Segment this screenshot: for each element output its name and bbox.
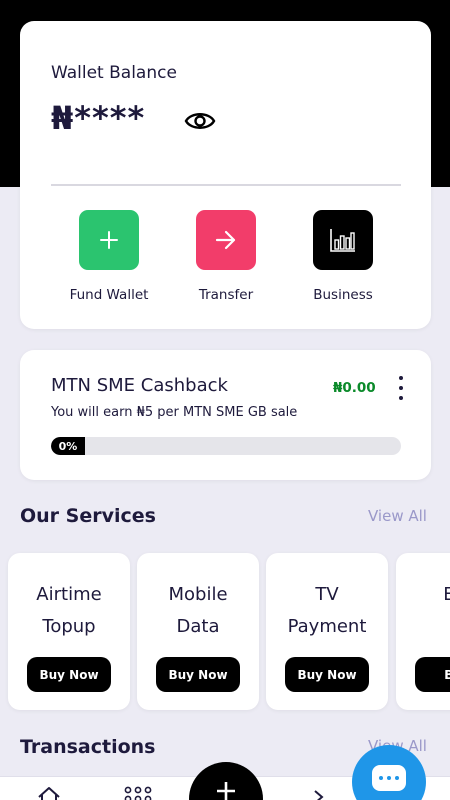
service-name: EleB [443, 584, 450, 605]
home-icon[interactable] [36, 786, 62, 800]
cashback-progress-bar: 0% [51, 437, 401, 455]
transfer-label: Transfer [198, 287, 254, 303]
progress-label: 0% [51, 437, 85, 455]
buy-now-button[interactable]: Buy [415, 657, 450, 692]
service-card-electricity[interactable]: EleB Buy [396, 553, 450, 710]
wallet-card: Wallet Balance ₦**** Fund Wallet Transfe… [20, 21, 431, 329]
business-label: Business [313, 287, 373, 303]
services-view-all-link[interactable]: View All [368, 507, 427, 525]
service-name: TV Payment [287, 584, 367, 637]
service-card-tv[interactable]: TV Payment Buy Now [266, 553, 388, 710]
business-button[interactable]: Business [283, 210, 403, 303]
service-card-airtime[interactable]: Airtime Topup Buy Now [8, 553, 130, 710]
service-card-data[interactable]: Mobile Data Buy Now [137, 553, 259, 710]
cashback-amount: ₦0.00 [333, 380, 376, 396]
buy-now-button[interactable]: Buy Now [156, 657, 240, 692]
arrow-right-icon [196, 210, 256, 270]
services-title: Our Services [20, 505, 156, 527]
cashback-subtitle: You will earn ₦5 per MTN SME GB sale [51, 405, 298, 420]
divider [51, 184, 401, 186]
plus-icon [79, 210, 139, 270]
wallet-balance-label: Wallet Balance [51, 63, 177, 83]
service-name: Mobile Data [168, 584, 228, 637]
fund-wallet-button[interactable]: Fund Wallet [49, 210, 169, 303]
buy-now-button[interactable]: Buy Now [285, 657, 369, 692]
cashback-title: MTN SME Cashback [51, 375, 228, 396]
fund-wallet-label: Fund Wallet [69, 287, 149, 303]
cashback-card[interactable]: MTN SME Cashback ₦0.00 You will earn ₦5 … [20, 350, 431, 480]
bar-chart-icon [313, 210, 373, 270]
wallet-balance-value: ₦**** [51, 99, 146, 137]
more-options-icon[interactable] [394, 376, 408, 400]
buy-now-button[interactable]: Buy Now [27, 657, 111, 692]
add-icon[interactable] [189, 762, 263, 800]
grid-icon[interactable] [124, 786, 152, 800]
eye-icon[interactable] [184, 109, 216, 133]
services-carousel[interactable]: Airtime Topup Buy Now Mobile Data Buy Now … [0, 540, 450, 725]
service-name: Airtime Topup [36, 584, 102, 637]
chevron-right-icon[interactable] [312, 790, 326, 800]
transactions-title: Transactions [20, 736, 156, 758]
transfer-button[interactable]: Transfer [166, 210, 286, 303]
